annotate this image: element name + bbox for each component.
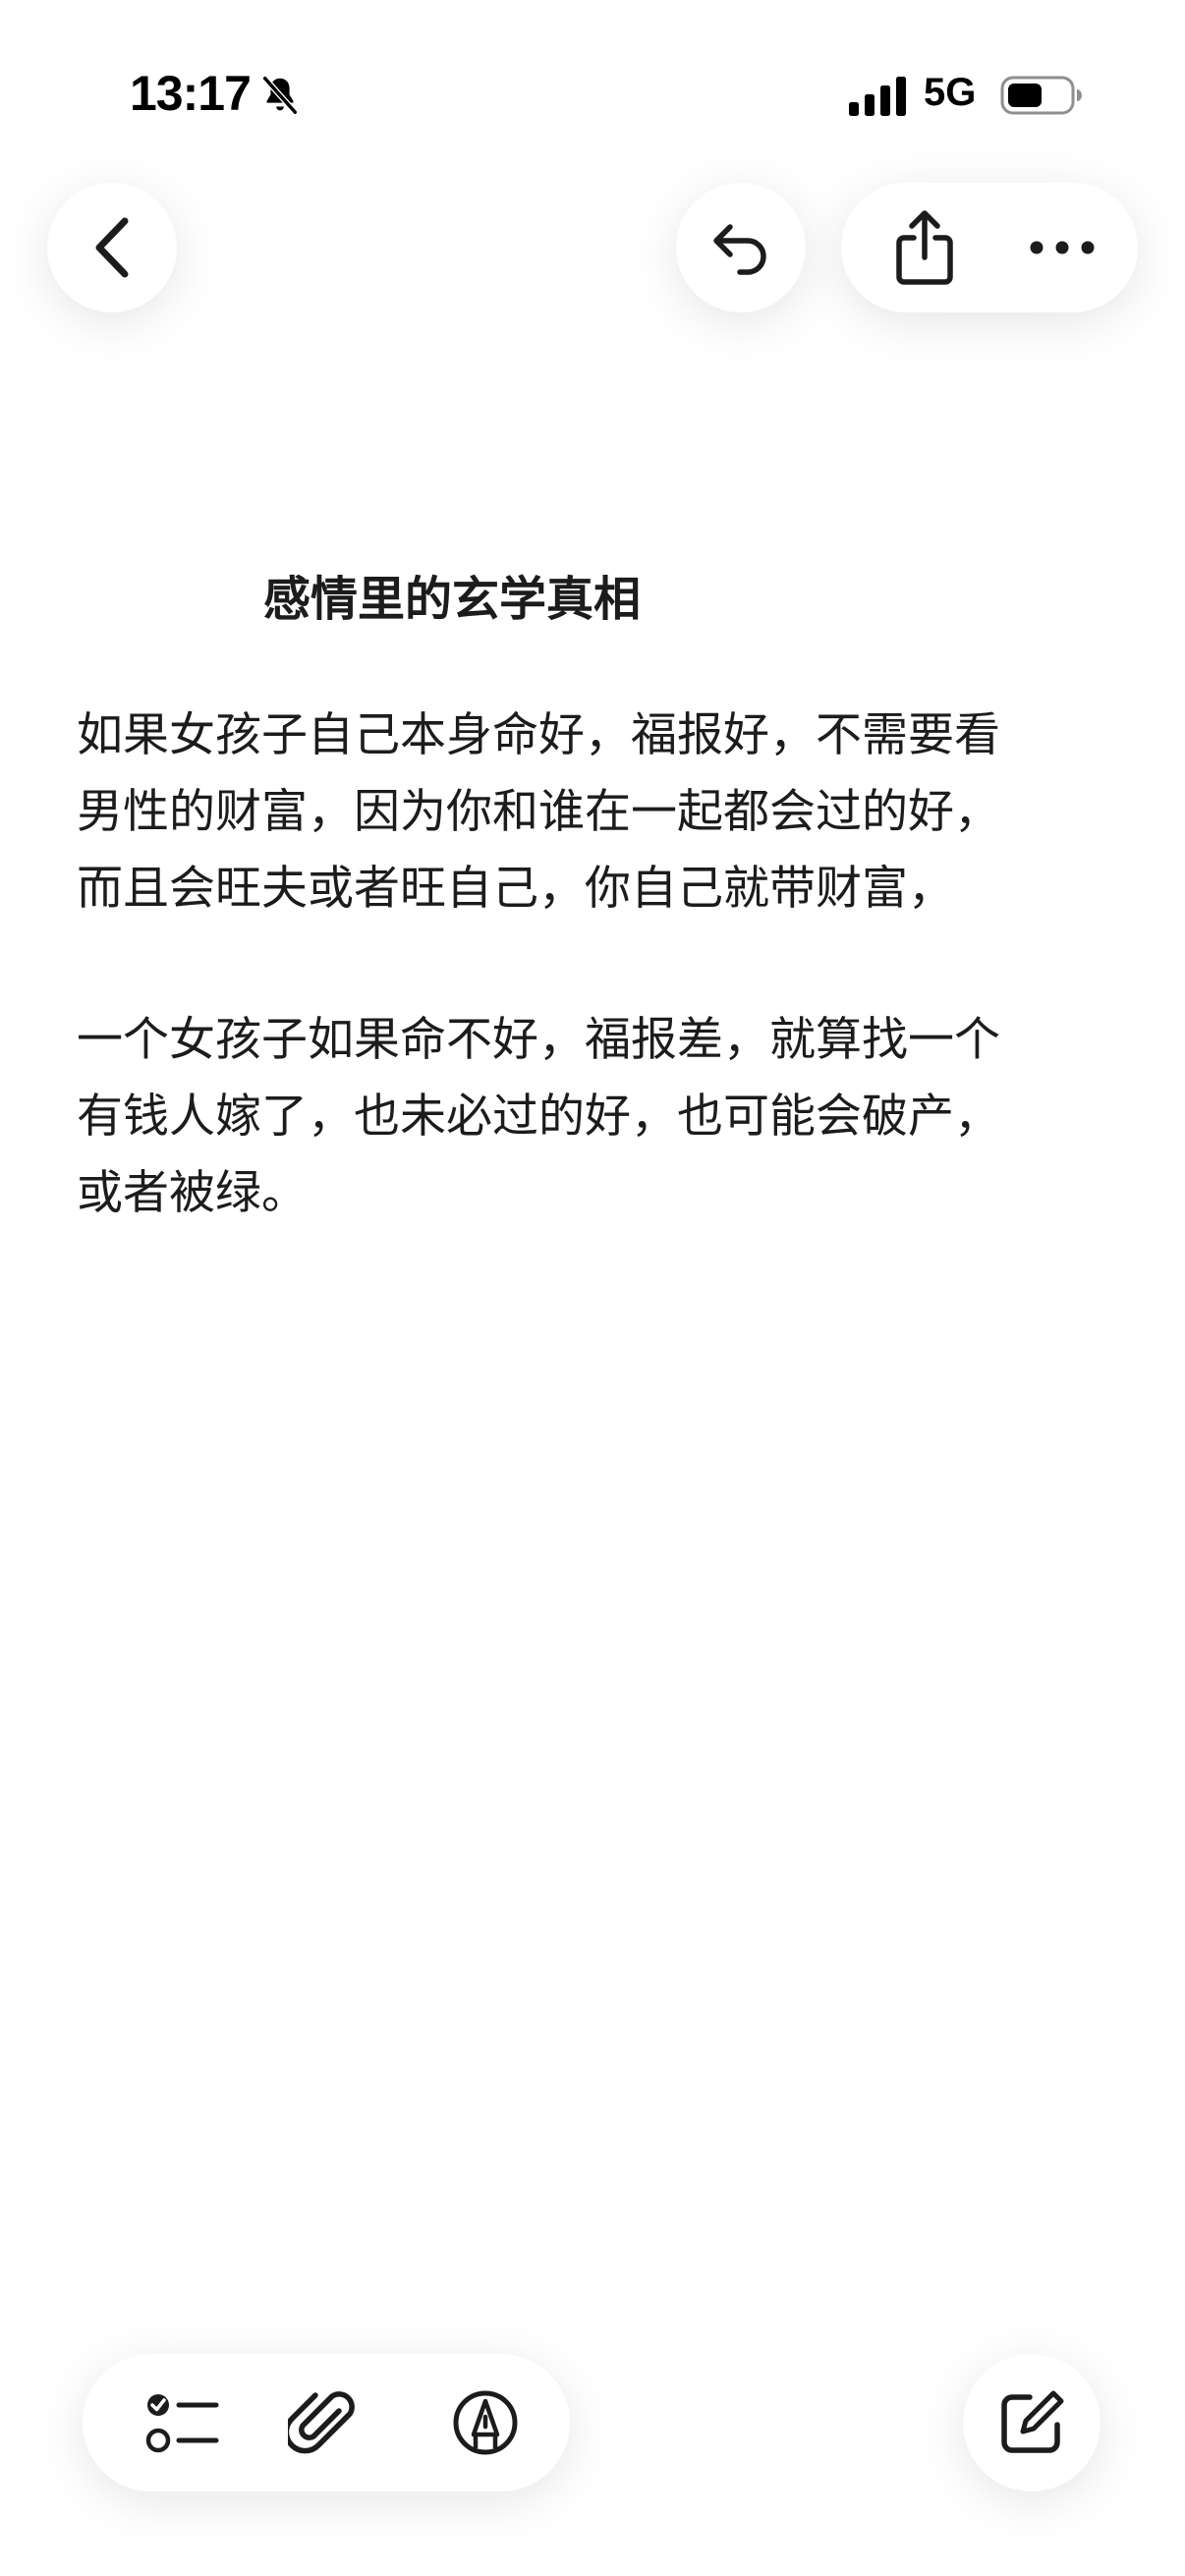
battery-icon xyxy=(1000,76,1082,115)
chevron-left-icon xyxy=(95,217,129,278)
note-body[interactable]: 感情里的玄学真相 如果女孩子自己本身命好，福报好，不需要看 男性的财富，因为你和… xyxy=(77,550,1108,1232)
checklist-button[interactable] xyxy=(124,2354,242,2492)
mute-bell-icon xyxy=(262,76,298,115)
compose-icon xyxy=(1001,2390,1064,2453)
share-button[interactable] xyxy=(861,183,988,312)
note-title: 感情里的玄学真相 xyxy=(263,572,642,627)
undo-icon xyxy=(713,224,766,275)
checklist-icon xyxy=(145,2394,219,2453)
paperclip-icon xyxy=(288,2391,355,2454)
status-bar: 13:17 5G xyxy=(0,0,1185,187)
more-button[interactable] xyxy=(998,183,1126,312)
cellular-signal-icon xyxy=(849,77,906,116)
bottom-toolbar xyxy=(83,2354,570,2492)
attachment-button[interactable] xyxy=(263,2354,381,2492)
note-paragraph-2: 一个女孩子如果命不好，福报差，就算找一个 有钱人嫁了，也未必过的好，也可能会破产… xyxy=(77,1013,1000,1220)
status-time: 13:17 xyxy=(130,66,252,121)
share-icon xyxy=(896,210,953,285)
markup-button[interactable] xyxy=(426,2354,544,2492)
markup-pen-icon xyxy=(453,2390,518,2455)
compose-button[interactable] xyxy=(963,2354,1100,2492)
undo-button[interactable] xyxy=(676,183,806,312)
note-paragraph-1: 如果女孩子自己本身命好，福报好，不需要看 男性的财富，因为你和谁在一起都会过的好… xyxy=(77,708,1000,916)
network-type: 5G xyxy=(924,71,977,114)
ellipsis-icon xyxy=(1030,241,1095,254)
action-pill xyxy=(841,183,1138,312)
back-button[interactable] xyxy=(47,183,177,312)
